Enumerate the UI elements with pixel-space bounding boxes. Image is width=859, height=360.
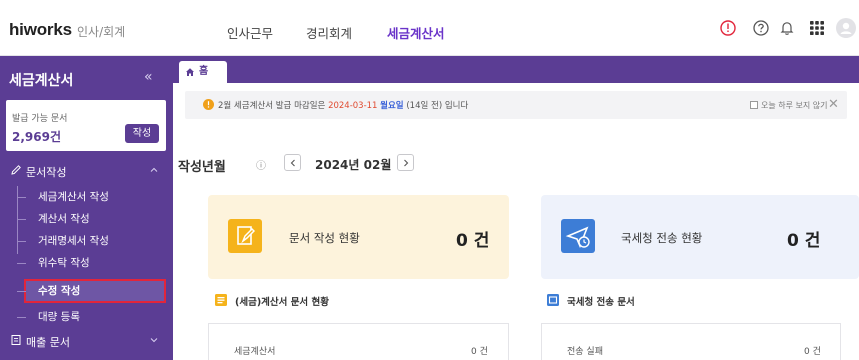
hide-today-checkbox[interactable] [750, 101, 758, 109]
tab-home-label: 홈 [199, 66, 209, 77]
section-label: 매출 문서 [26, 336, 70, 349]
deadline-notice: 2월 세금계산서 발급 마감일은 2024-03-11 월요일 (14일 전) … [185, 91, 847, 119]
info-icon[interactable]: ⓘ [256, 157, 266, 172]
nts-transmission-status-card[interactable]: 국세청 전송 현황 0 건 [541, 195, 859, 279]
document-write-status-card[interactable]: 문서 작성 현황 0 건 [208, 195, 509, 279]
document-list-icon [215, 294, 227, 306]
menu-accounting[interactable]: 경리회계 [306, 23, 352, 42]
help-circle-icon[interactable] [752, 19, 770, 37]
period-value: 2024년 02월 [315, 158, 392, 172]
home-icon [186, 68, 194, 76]
sidebar-title: 세금계산서 [9, 73, 74, 89]
issuable-count: 2,969건 [12, 130, 61, 144]
section-label: 문서작성 [26, 166, 67, 179]
sidebar-collapse-button[interactable]: « [144, 69, 153, 85]
menu-tax-invoice[interactable]: 세금계산서 [387, 23, 445, 42]
notice-date: 2024-03-11 [328, 101, 378, 111]
list-title: 국세청 전송 문서 [567, 297, 635, 308]
stat-value: 0 건 [787, 231, 821, 251]
nts-transmission-list: 전송 실패 0 건 [541, 323, 841, 360]
notice-prefix: 2월 세금계산서 발급 마감일은 [218, 101, 329, 111]
notice-suffix: (14일 전) 입니다 [403, 101, 469, 111]
sidebar-item-modify-write[interactable]: 수정 작성 [17, 279, 166, 303]
stat-label: 국세청 전송 현황 [621, 231, 703, 245]
paper-plane-clock-icon [561, 219, 595, 253]
issuable-documents-card: 발급 가능 문서 2,969건 작성 [6, 100, 166, 151]
tab-home[interactable]: 홈 [179, 61, 227, 83]
warning-icon [203, 99, 214, 110]
list-row-label: 세금계산서 [234, 347, 276, 357]
close-icon[interactable]: ✕ [828, 97, 839, 112]
tab-bar: 홈 [173, 56, 859, 83]
chevron-left-icon [290, 159, 295, 167]
stat-label: 문서 작성 현황 [289, 231, 360, 245]
next-month-button[interactable] [397, 154, 414, 171]
notice-weekday: 월요일 [380, 101, 404, 111]
section-document-write[interactable]: 문서작성 [0, 160, 173, 182]
document-edit-icon [228, 219, 262, 253]
period-label: 작성년월 [178, 160, 226, 175]
document-icon [11, 335, 21, 345]
sidebar-item-transaction-statement-write[interactable]: 거래명세서 작성 [17, 231, 166, 251]
bell-icon[interactable] [778, 19, 796, 37]
list-row-value[interactable]: 0 건 [471, 344, 488, 357]
chevron-up-icon [150, 167, 158, 172]
prev-month-button[interactable] [284, 154, 301, 171]
alert-circle-icon[interactable] [719, 19, 737, 37]
menu-attendance[interactable]: 인사근무 [227, 23, 273, 42]
top-header: hiworks 인사/회계 인사근무 경리회계 세금계산서 [0, 0, 859, 56]
user-avatar-icon[interactable] [836, 18, 856, 38]
tax-invoice-status-list: 세금계산서 0 건 [208, 323, 509, 360]
write-button[interactable]: 작성 [125, 124, 159, 143]
sidebar-item-invoice-write[interactable]: 계산서 작성 [17, 209, 166, 229]
hide-today-label[interactable]: 오늘 하루 보지 않기 [761, 100, 828, 111]
logo-subtitle: 인사/회계 [77, 25, 126, 39]
main-content: 홈 2월 세금계산서 발급 마감일은 2024-03-11 월요일 (14일 전… [173, 56, 859, 360]
apps-grid-icon[interactable] [808, 19, 826, 37]
chevron-right-icon [404, 159, 409, 167]
list-row-value[interactable]: 0 건 [804, 344, 821, 357]
notice-text: 2월 세금계산서 발급 마감일은 2024-03-11 월요일 (14일 전) … [218, 99, 468, 111]
pencil-icon [11, 165, 21, 175]
sidebar: 세금계산서 « 발급 가능 문서 2,969건 작성 문서작성 세금계산서 작성… [0, 56, 173, 360]
stat-value: 0 건 [456, 231, 490, 251]
sidebar-item-bulk-register[interactable]: 대량 등록 [17, 307, 166, 327]
issuable-label: 발급 가능 문서 [12, 114, 68, 124]
list-title: (세금)계산서 문서 현황 [235, 297, 329, 308]
sidebar-item-tax-invoice-write[interactable]: 세금계산서 작성 [17, 187, 166, 207]
section-sales-documents[interactable]: 매출 문서 [0, 330, 173, 352]
list-row-label: 전송 실패 [567, 347, 603, 357]
sidebar-item-consignment-write[interactable]: 위수탁 작성 [17, 253, 166, 273]
transmission-list-icon [547, 294, 559, 306]
chevron-down-icon [150, 338, 158, 343]
logo[interactable]: hiworks [9, 20, 72, 40]
